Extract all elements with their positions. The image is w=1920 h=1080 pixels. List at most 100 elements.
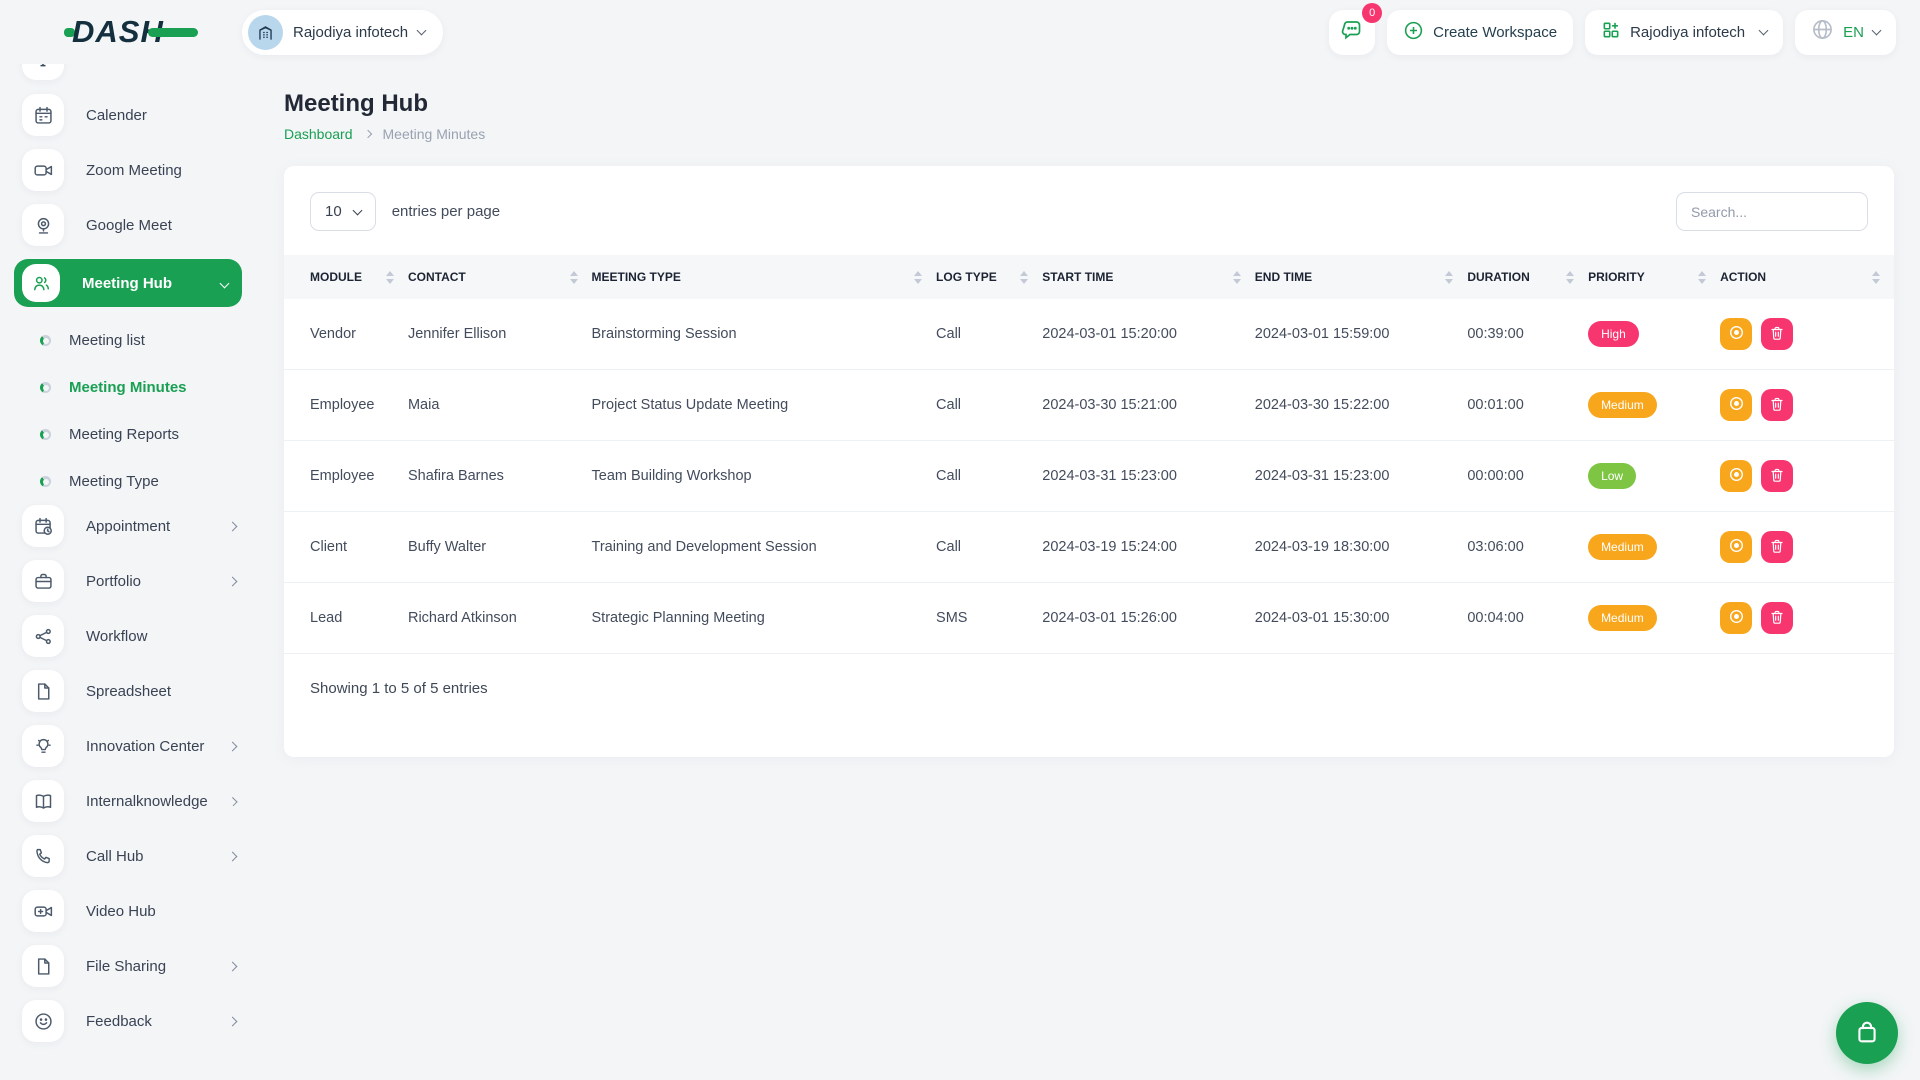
- chevron-right-icon: [363, 130, 371, 138]
- sidebar-subitem-label: Meeting list: [69, 332, 145, 349]
- grid-plus-icon: [1601, 20, 1621, 44]
- sidebar-item-zoom-meeting[interactable]: Zoom Meeting: [22, 149, 252, 191]
- delete-button[interactable]: [1761, 460, 1793, 492]
- view-button[interactable]: [1720, 531, 1752, 563]
- cell-meeting-type: Project Status Update Meeting: [592, 370, 937, 441]
- chevron-down-icon: [1872, 25, 1882, 35]
- view-button[interactable]: [1720, 460, 1752, 492]
- cell-module: Employee: [284, 370, 408, 441]
- table-header-row: MODULECONTACTMEETING TYPELOG TYPESTART T…: [284, 255, 1894, 299]
- column-header-duration[interactable]: DURATION: [1467, 255, 1588, 299]
- column-header-module[interactable]: MODULE: [284, 255, 408, 299]
- column-header-start-time[interactable]: START TIME: [1042, 255, 1255, 299]
- workflow-icon: [22, 615, 64, 657]
- view-button[interactable]: [1720, 602, 1752, 634]
- breadcrumb-dashboard-link[interactable]: Dashboard: [284, 126, 353, 142]
- messages-count-badge: 0: [1362, 3, 1382, 23]
- bulb-icon: [22, 725, 64, 767]
- create-workspace-label: Create Workspace: [1433, 24, 1557, 41]
- priority-badge: High: [1588, 321, 1639, 347]
- sidebar-item-google-meet[interactable]: Google Meet: [22, 204, 252, 246]
- sidebar-item-meeting-hub[interactable]: Meeting Hub: [14, 259, 242, 307]
- column-label: END TIME: [1255, 270, 1312, 284]
- cell-duration: 00:04:00: [1467, 583, 1588, 654]
- sidebar-item-call-hub[interactable]: Call Hub: [22, 835, 252, 877]
- sort-arrows-icon: [1020, 271, 1028, 284]
- cell-duration: 00:00:00: [1467, 441, 1588, 512]
- column-header-priority[interactable]: PRIORITY: [1588, 255, 1720, 299]
- create-workspace-button[interactable]: Create Workspace: [1387, 10, 1573, 55]
- entries-per-page-select[interactable]: 10: [310, 192, 376, 231]
- cell-contact: Shafira Barnes: [408, 441, 592, 512]
- table-row: EmployeeShafira BarnesTeam Building Work…: [284, 441, 1894, 512]
- sidebar-item-label: Feedback: [86, 1013, 152, 1030]
- delete-button[interactable]: [1761, 602, 1793, 634]
- feedback-icon: [22, 1000, 64, 1042]
- webcam-icon: [22, 204, 64, 246]
- delete-button[interactable]: [1761, 389, 1793, 421]
- sidebar-subitem-meeting-minutes[interactable]: Meeting Minutes: [22, 364, 252, 411]
- delete-button[interactable]: [1761, 318, 1793, 350]
- breadcrumb: Dashboard Meeting Minutes: [284, 126, 1894, 142]
- meeting-minutes-card: 10 entries per page MODULECONTACTMEETING…: [284, 166, 1894, 757]
- sort-arrows-icon: [1445, 271, 1453, 284]
- sidebar-item-label: Spreadsheet: [86, 683, 171, 700]
- cell-module: Vendor: [284, 299, 408, 370]
- column-label: DURATION: [1467, 270, 1529, 284]
- cell-log-type: Call: [936, 441, 1042, 512]
- sidebar-item-label: Internalknowledge: [86, 793, 208, 810]
- workspace-selector[interactable]: Rajodiya infotech: [242, 10, 443, 55]
- table-footer-status: Showing 1 to 5 of 5 entries: [284, 654, 1894, 697]
- column-header-end-time[interactable]: END TIME: [1255, 255, 1468, 299]
- sidebar-item-portfolio[interactable]: Portfolio: [22, 560, 252, 602]
- sidebar-item-video-hub[interactable]: Video Hub: [22, 890, 252, 932]
- partially-visible-menu-item[interactable]: [22, 64, 252, 80]
- trash-icon: [1769, 325, 1785, 344]
- entries-select-value: 10: [325, 203, 342, 220]
- language-selector[interactable]: EN: [1795, 10, 1896, 55]
- sidebar-item-spreadsheet[interactable]: Spreadsheet: [22, 670, 252, 712]
- company-name: Rajodiya infotech: [1630, 24, 1745, 41]
- sidebar-item-innovation-center[interactable]: Innovation Center: [22, 725, 252, 767]
- column-header-action[interactable]: ACTION: [1720, 255, 1894, 299]
- sidebar-item-workflow[interactable]: Workflow: [22, 615, 252, 657]
- column-header-log-type[interactable]: LOG TYPE: [936, 255, 1042, 299]
- cell-start-time: 2024-03-01 15:26:00: [1042, 583, 1255, 654]
- cell-action: [1720, 299, 1894, 370]
- view-button[interactable]: [1720, 318, 1752, 350]
- sort-arrows-icon: [1872, 271, 1880, 284]
- sidebar-subitem-meeting-list[interactable]: Meeting list: [22, 317, 252, 364]
- cell-action: [1720, 441, 1894, 512]
- sidebar-item-label: File Sharing: [86, 958, 166, 975]
- column-header-contact[interactable]: CONTACT: [408, 255, 592, 299]
- search-input[interactable]: [1676, 192, 1868, 231]
- brand-logo[interactable]: DASH: [64, 14, 198, 50]
- sidebar-item-appointment[interactable]: Appointment: [22, 505, 252, 547]
- messages-button[interactable]: 0: [1329, 10, 1375, 55]
- sidebar-item-calender[interactable]: Calender: [22, 94, 252, 136]
- sidebar-item-label: Workflow: [86, 628, 147, 645]
- table-row: ClientBuffy WalterTraining and Developme…: [284, 512, 1894, 583]
- dashboard-icon: [22, 64, 64, 80]
- company-dropdown[interactable]: Rajodiya infotech: [1585, 10, 1783, 55]
- sidebar-item-label: Appointment: [86, 518, 170, 535]
- sidebar-item-file-sharing[interactable]: File Sharing: [22, 945, 252, 987]
- cell-action: [1720, 512, 1894, 583]
- view-button[interactable]: [1720, 389, 1752, 421]
- cell-priority: Low: [1588, 441, 1720, 512]
- delete-button[interactable]: [1761, 531, 1793, 563]
- eye-icon: [1728, 537, 1745, 557]
- cell-contact: Richard Atkinson: [408, 583, 592, 654]
- sidebar-subitem-meeting-reports[interactable]: Meeting Reports: [22, 411, 252, 458]
- sidebar-subitem-meeting-type[interactable]: Meeting Type: [22, 458, 252, 505]
- chevron-down-icon: [352, 205, 362, 215]
- chevron-right-icon: [228, 1016, 238, 1026]
- column-header-meeting-type[interactable]: MEETING TYPE: [592, 255, 937, 299]
- sidebar-item-feedback[interactable]: Feedback: [22, 1000, 252, 1042]
- sidebar-item-internalknowledge[interactable]: Internalknowledge: [22, 780, 252, 822]
- chevron-down-icon: [417, 25, 427, 35]
- floating-cart-button[interactable]: [1836, 1002, 1898, 1064]
- sidebar-item-label: Innovation Center: [86, 738, 204, 755]
- chevron-right-icon: [228, 576, 238, 586]
- cell-module: Client: [284, 512, 408, 583]
